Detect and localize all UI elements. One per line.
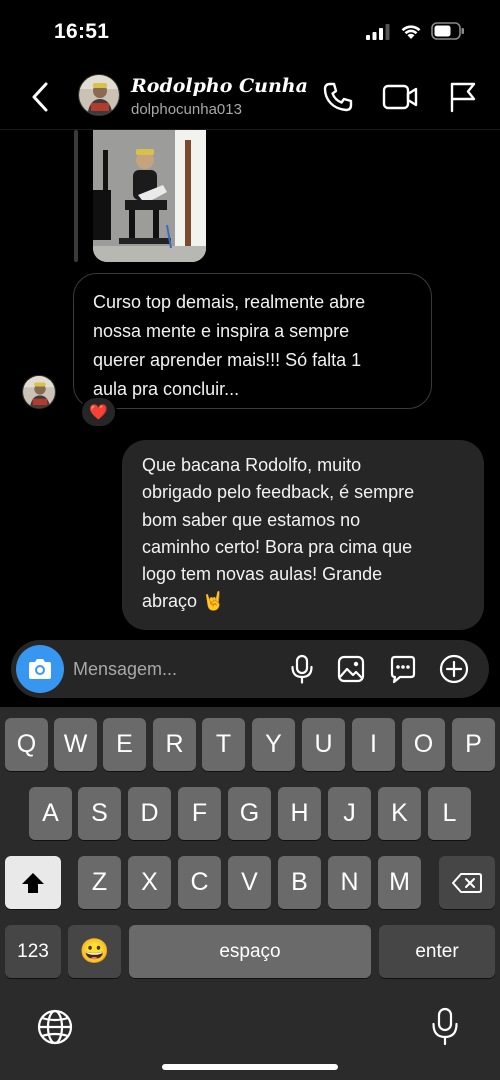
key-y[interactable]: Y <box>252 718 295 771</box>
key-x[interactable]: X <box>128 856 171 909</box>
message-line: Curso top demais, realmente abre <box>93 292 366 312</box>
key-i[interactable]: I <box>352 718 395 771</box>
message-line: abraço 🤘 <box>142 591 225 612</box>
back-chevron-icon[interactable] <box>28 80 52 114</box>
flag-icon[interactable] <box>448 81 478 113</box>
contact-username: dolphocunha013 <box>131 101 242 118</box>
wifi-icon <box>401 25 421 39</box>
backspace-key[interactable] <box>439 856 495 909</box>
numbers-key[interactable]: 123 <box>5 925 61 978</box>
message-line: caminho certo! Bora pra cima que <box>142 536 413 557</box>
globe-icon[interactable] <box>36 1008 74 1046</box>
sent-message-bubble[interactable]: Que bacana Rodolfo, muito obrigado pelo … <box>122 440 484 630</box>
message-line: obrigado pelo feedback, é sempre <box>142 482 415 503</box>
message-composer <box>11 640 489 698</box>
space-key[interactable]: espaço <box>129 925 371 978</box>
message-input[interactable] <box>73 656 273 682</box>
enter-key[interactable]: enter <box>379 925 495 978</box>
key-g[interactable]: G <box>228 787 271 840</box>
backspace-icon <box>452 872 482 893</box>
battery-icon <box>431 22 464 40</box>
key-m[interactable]: M <box>378 856 421 909</box>
shift-arrow-icon <box>22 872 44 893</box>
contact-avatar[interactable] <box>78 74 120 116</box>
key-v[interactable]: V <box>228 856 271 909</box>
chat-header: Rodolpho Cunha dolphocunha013 <box>0 66 500 130</box>
add-circle-icon[interactable] <box>439 654 469 684</box>
emoji-key[interactable]: 😀 <box>68 925 121 978</box>
key-j[interactable]: J <box>328 787 371 840</box>
key-u[interactable]: U <box>302 718 345 771</box>
key-n[interactable]: N <box>328 856 371 909</box>
video-call-icon[interactable] <box>382 82 418 112</box>
status-time: 16:51 <box>54 20 110 43</box>
key-t[interactable]: T <box>202 718 245 771</box>
key-p[interactable]: P <box>452 718 495 771</box>
message-line: aula pra concluir... <box>93 379 240 399</box>
key-h[interactable]: H <box>278 787 321 840</box>
message-line: querer aprender mais!!! Só falta 1 <box>93 350 362 370</box>
key-o[interactable]: O <box>402 718 445 771</box>
camera-icon <box>29 659 51 679</box>
message-line: bom saber que estamos no <box>142 509 361 530</box>
key-z[interactable]: Z <box>78 856 121 909</box>
dictation-microphone-icon[interactable] <box>430 1007 460 1047</box>
microphone-icon[interactable] <box>289 654 315 684</box>
sender-avatar[interactable] <box>22 375 56 409</box>
contact-name[interactable]: Rodolpho Cunha <box>131 75 308 97</box>
camera-button[interactable] <box>16 645 64 693</box>
shift-key[interactable] <box>5 856 61 909</box>
key-l[interactable]: L <box>428 787 471 840</box>
home-indicator[interactable] <box>162 1064 338 1070</box>
key-b[interactable]: B <box>278 856 321 909</box>
key-s[interactable]: S <box>78 787 121 840</box>
key-d[interactable]: D <box>128 787 171 840</box>
received-message-bubble[interactable]: Curso top demais, realmente abre nossa m… <box>73 273 432 409</box>
reply-indicator-line <box>74 130 78 262</box>
sticker-icon[interactable] <box>388 654 418 684</box>
message-line: nossa mente e inspira a sempre <box>93 321 350 341</box>
heart-icon: ❤️ <box>89 404 108 421</box>
phone-icon[interactable] <box>322 81 354 113</box>
message-line: logo tem novas aulas! Grande <box>142 564 383 585</box>
shared-photo[interactable] <box>93 130 206 262</box>
key-e[interactable]: E <box>103 718 146 771</box>
key-w[interactable]: W <box>54 718 97 771</box>
key-a[interactable]: A <box>29 787 72 840</box>
status-bar: 16:51 <box>0 0 500 66</box>
signal-icon <box>366 24 390 40</box>
message-line: Que bacana Rodolfo, muito <box>142 455 362 475</box>
key-c[interactable]: C <box>178 856 221 909</box>
key-k[interactable]: K <box>378 787 421 840</box>
gallery-icon[interactable] <box>337 655 365 683</box>
key-q[interactable]: Q <box>5 718 48 771</box>
key-f[interactable]: F <box>178 787 221 840</box>
key-r[interactable]: R <box>153 718 196 771</box>
heart-reaction[interactable]: ❤️ <box>80 396 117 428</box>
